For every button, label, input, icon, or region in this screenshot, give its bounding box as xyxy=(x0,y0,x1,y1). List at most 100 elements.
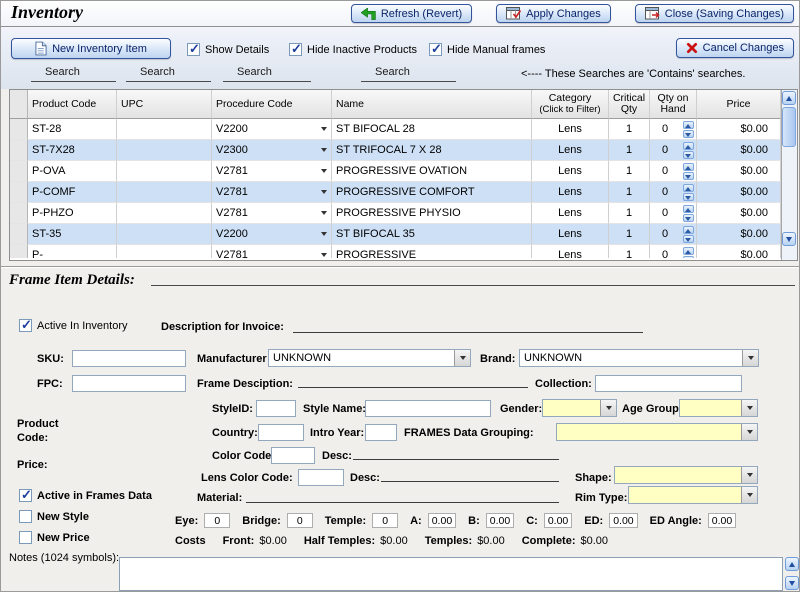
qty-on-hand-cell[interactable]: 0 xyxy=(650,140,697,161)
lens-desc-field[interactable] xyxy=(381,467,559,482)
upc-cell[interactable] xyxy=(117,245,212,258)
ed-field[interactable]: 0.00 xyxy=(609,513,637,528)
table-row[interactable]: ST-28 V2200 ST BIFOCAL 28 Lens 1 0 $0.00 xyxy=(10,119,781,140)
age-group-select[interactable] xyxy=(679,399,758,417)
active-in-inventory-checkbox[interactable] xyxy=(19,319,32,332)
name-cell[interactable]: PROGRESSIVE xyxy=(332,245,532,258)
procedure-code-cell[interactable]: V2781 xyxy=(212,203,332,224)
shape-select[interactable] xyxy=(614,466,758,484)
refresh-revert-button[interactable]: Refresh (Revert) xyxy=(351,4,472,23)
category-header[interactable]: Category (Click to Filter) xyxy=(532,90,609,119)
spinner-down-icon[interactable] xyxy=(683,256,694,259)
color-code-field[interactable] xyxy=(271,447,315,464)
qty-spinner[interactable] xyxy=(683,142,694,159)
spinner-down-icon[interactable] xyxy=(683,151,694,159)
price-cell[interactable]: $0.00 xyxy=(697,119,781,140)
procedure-code-cell[interactable]: V2781 xyxy=(212,161,332,182)
product-code-cell[interactable]: ST-7X28 xyxy=(28,140,117,161)
chevron-down-icon[interactable] xyxy=(741,424,757,440)
scroll-down-icon[interactable] xyxy=(782,232,796,246)
notes-textarea[interactable] xyxy=(119,557,783,591)
cancel-changes-button[interactable]: Cancel Changes xyxy=(676,38,794,58)
price-cell[interactable]: $0.00 xyxy=(697,182,781,203)
sku-field[interactable] xyxy=(72,350,186,367)
notes-scroll-down-icon[interactable] xyxy=(785,576,799,590)
name-header[interactable]: Name xyxy=(332,90,532,119)
c-field[interactable]: 0.00 xyxy=(544,513,572,528)
procedure-code-cell[interactable]: V2300 xyxy=(212,140,332,161)
qty-on-hand-header[interactable]: Qty on Hand xyxy=(650,90,697,119)
chevron-down-icon[interactable] xyxy=(321,232,327,236)
category-cell[interactable]: Lens xyxy=(532,119,609,140)
ed-angle-field[interactable]: 0.00 xyxy=(708,513,736,528)
qty-spinner[interactable] xyxy=(683,205,694,222)
qty-spinner[interactable] xyxy=(683,184,694,201)
qty-on-hand-cell[interactable]: 0 xyxy=(650,161,697,182)
name-cell[interactable]: PROGRESSIVE PHYSIO xyxy=(332,203,532,224)
active-in-inventory-checkbox-group[interactable]: Active In Inventory xyxy=(19,319,128,332)
qty-on-hand-cell[interactable]: 0 xyxy=(650,203,697,224)
spinner-up-icon[interactable] xyxy=(683,226,694,234)
row-selector[interactable] xyxy=(10,161,28,182)
category-cell[interactable]: Lens xyxy=(532,224,609,245)
price-header[interactable]: Price xyxy=(697,90,781,119)
critical-qty-cell[interactable]: 1 xyxy=(609,224,650,245)
collection-field[interactable] xyxy=(595,375,742,392)
spinner-up-icon[interactable] xyxy=(683,163,694,171)
product-code-cell[interactable]: P-PHZO xyxy=(28,203,117,224)
search-input-upc[interactable]: Search xyxy=(126,66,211,82)
table-row-clipped[interactable]: P- V2781 PROGRESSIVE Lens 1 0 $0.00 xyxy=(10,245,781,258)
spinner-down-icon[interactable] xyxy=(683,130,694,138)
chevron-down-icon[interactable] xyxy=(321,169,327,173)
qty-on-hand-cell[interactable]: 0 xyxy=(650,119,697,140)
b-field[interactable]: 0.00 xyxy=(486,513,514,528)
chevron-down-icon[interactable] xyxy=(600,400,616,416)
row-selector[interactable] xyxy=(10,203,28,224)
lens-color-code-field[interactable] xyxy=(298,469,344,486)
chevron-down-icon[interactable] xyxy=(741,487,757,503)
row-selector[interactable] xyxy=(10,140,28,161)
row-selector[interactable] xyxy=(10,245,28,258)
qty-spinner[interactable] xyxy=(683,163,694,180)
product-code-cell[interactable]: ST-35 xyxy=(28,224,117,245)
new-inventory-item-button[interactable]: New Inventory Item xyxy=(11,38,171,59)
price-cell[interactable]: $0.00 xyxy=(697,224,781,245)
category-cell[interactable]: Lens xyxy=(532,203,609,224)
new-price-checkbox-group[interactable]: New Price xyxy=(19,531,90,544)
spinner-up-icon[interactable] xyxy=(683,121,694,129)
spinner-up-icon[interactable] xyxy=(683,247,694,255)
price-cell[interactable]: $0.00 xyxy=(697,140,781,161)
table-row[interactable]: P-PHZO V2781 PROGRESSIVE PHYSIO Lens 1 0… xyxy=(10,203,781,224)
upc-cell[interactable] xyxy=(117,161,212,182)
critical-qty-cell[interactable]: 1 xyxy=(609,182,650,203)
table-row[interactable]: ST-7X28 V2300 ST TRIFOCAL 7 X 28 Lens 1 … xyxy=(10,140,781,161)
hide-manual-frames-checkbox[interactable] xyxy=(429,43,442,56)
price-cell[interactable]: $0.00 xyxy=(697,203,781,224)
procedure-code-cell[interactable]: V2200 xyxy=(212,119,332,140)
table-row[interactable]: P-COMF V2781 PROGRESSIVE COMFORT Lens 1 … xyxy=(10,182,781,203)
temple-field[interactable]: 0 xyxy=(372,513,398,528)
spinner-up-icon[interactable] xyxy=(683,184,694,192)
qty-spinner[interactable] xyxy=(683,226,694,243)
chevron-down-icon[interactable] xyxy=(321,211,327,215)
rim-type-select[interactable] xyxy=(628,486,758,504)
style-name-field[interactable] xyxy=(365,400,491,417)
new-style-checkbox-group[interactable]: New Style xyxy=(19,510,89,523)
spinner-down-icon[interactable] xyxy=(683,193,694,201)
qty-on-hand-cell[interactable]: 0 xyxy=(650,182,697,203)
price-cell[interactable]: $0.00 xyxy=(697,161,781,182)
spinner-down-icon[interactable] xyxy=(683,235,694,243)
scroll-up-icon[interactable] xyxy=(782,91,796,105)
show-details-checkbox-group[interactable]: Show Details xyxy=(187,43,269,56)
country-field[interactable] xyxy=(258,424,304,441)
description-for-invoice-field[interactable] xyxy=(293,318,643,333)
upc-cell[interactable] xyxy=(117,203,212,224)
qty-spinner[interactable] xyxy=(683,121,694,138)
critical-qty-cell[interactable]: 1 xyxy=(609,161,650,182)
name-cell[interactable]: ST BIFOCAL 28 xyxy=(332,119,532,140)
table-row[interactable]: P-OVA V2781 PROGRESSIVE OVATION Lens 1 0… xyxy=(10,161,781,182)
scrollbar-thumb[interactable] xyxy=(782,107,796,147)
upc-cell[interactable] xyxy=(117,182,212,203)
name-cell[interactable]: PROGRESSIVE COMFORT xyxy=(332,182,532,203)
new-price-checkbox[interactable] xyxy=(19,531,32,544)
